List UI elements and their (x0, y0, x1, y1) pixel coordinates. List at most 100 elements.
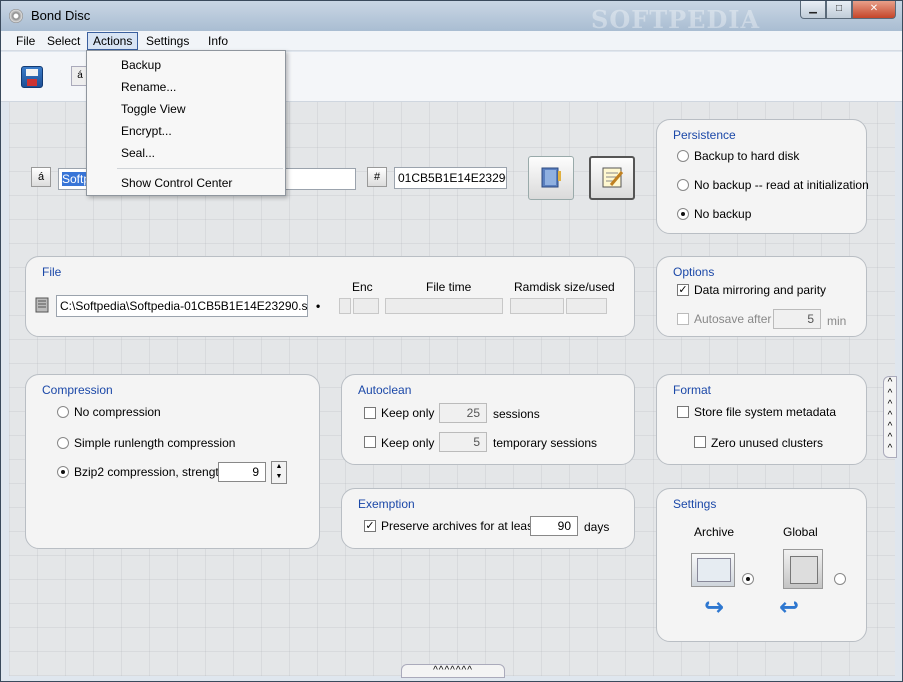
menu-item-toggle-view[interactable]: Toggle View (121, 102, 186, 116)
book-icon (541, 167, 561, 188)
persistence-radio-1[interactable] (677, 179, 689, 191)
format-panel: Format Store file system metadata Zero u… (656, 374, 867, 465)
exemption-title: Exemption (358, 497, 415, 511)
global-label: Global (783, 525, 818, 539)
file-title: File (42, 265, 62, 279)
hash-button[interactable]: # (367, 167, 387, 187)
menu-item-show-control-center[interactable]: Show Control Center (121, 176, 232, 190)
name-button[interactable]: á (31, 167, 51, 187)
actions-menu: Backup Rename... Toggle View Encrypt... … (86, 50, 286, 196)
compression-radio-1[interactable] (57, 437, 69, 449)
menu-item-encrypt[interactable]: Encrypt... (121, 124, 172, 138)
file-time-header: File time (426, 280, 472, 294)
keep-sessions-checkbox[interactable] (364, 407, 376, 419)
preserve-label[interactable]: Preserve archives for at least (381, 519, 536, 533)
menu-info[interactable]: Info (203, 33, 233, 51)
persistence-radio-2[interactable] (677, 208, 689, 220)
zero-clusters-checkbox[interactable] (694, 436, 706, 448)
book-button[interactable] (528, 156, 574, 200)
persistence-label-2[interactable]: No backup (694, 207, 751, 221)
compression-title: Compression (42, 383, 113, 397)
enc-cell-b (353, 298, 379, 314)
main-window: Bond Disc SOFTPEDIA ▁ □ ✕ File Select Ac… (0, 0, 903, 682)
sessions-unit: sessions (493, 407, 540, 421)
side-expand-arrows[interactable]: ^ ^ ^ ^ ^ ^ ^ (883, 376, 897, 458)
persistence-panel: Persistence Backup to hard disk No backu… (656, 119, 869, 234)
settings-title: Settings (673, 497, 717, 511)
persistence-label-0[interactable]: Backup to hard disk (694, 149, 799, 163)
keep-temp-label[interactable]: Keep only (381, 436, 434, 450)
menu-item-backup[interactable]: Backup (121, 58, 161, 72)
maximize-button[interactable]: □ (826, 1, 852, 19)
persistence-title: Persistence (673, 128, 736, 142)
preserve-checkbox[interactable]: ✓ (364, 520, 376, 532)
strength-spinner[interactable]: ▲ ▼ (271, 461, 287, 484)
disc-icon (9, 9, 23, 23)
options-title: Options (673, 265, 715, 279)
autoclean-panel: Autoclean Keep only 25 sessions Keep onl… (341, 374, 635, 465)
enc-cell-a (339, 298, 351, 314)
strength-input[interactable]: 9 (218, 462, 266, 482)
ramdisk-size-cell (510, 298, 564, 314)
compression-label-0[interactable]: No compression (74, 405, 161, 419)
keep-sessions-label[interactable]: Keep only (381, 406, 434, 420)
menu-file[interactable]: File (11, 33, 40, 51)
archive-label: Archive (694, 525, 735, 539)
global-radio[interactable] (834, 573, 846, 585)
compression-radio-0[interactable] (57, 406, 69, 418)
menu-bar: File Select Actions Settings Info (1, 31, 902, 51)
menu-select[interactable]: Select (42, 33, 85, 51)
compression-label-2[interactable]: Bzip2 compression, strength (74, 465, 225, 479)
close-button[interactable]: ✕ (852, 1, 896, 19)
bottom-expand-arrows[interactable]: ^^^^^^^ (401, 664, 505, 678)
compression-panel: Compression No compression Simple runlen… (25, 374, 320, 549)
preserve-days-unit: days (584, 520, 610, 534)
edit-button[interactable] (589, 156, 635, 200)
save-icon[interactable] (21, 66, 43, 88)
window-title: Bond Disc (31, 8, 91, 23)
store-metadata-checkbox[interactable] (677, 406, 689, 418)
temp-sessions-unit: temporary sessions (493, 436, 598, 450)
autosave-unit: min (827, 314, 847, 328)
autoclean-title: Autoclean (358, 383, 412, 397)
menu-item-seal[interactable]: Seal... (121, 146, 155, 160)
keep-temp-checkbox[interactable] (364, 436, 376, 448)
sessions-input[interactable]: 25 (439, 403, 487, 423)
minimize-button[interactable]: ▁ (800, 1, 826, 19)
autosave-checkbox[interactable] (677, 313, 689, 325)
ramdisk-header: Ramdisk size/used (514, 280, 615, 294)
compression-radio-2[interactable] (57, 466, 69, 478)
global-apply-arrow-icon[interactable]: ↩ (779, 593, 799, 622)
preserve-days-input[interactable]: 90 (530, 516, 578, 536)
watermark: SOFTPEDIA (591, 5, 761, 34)
menu-separator (117, 168, 283, 169)
ramdisk-used-cell (566, 298, 607, 314)
persistence-radio-0[interactable] (677, 150, 689, 162)
persistence-label-1[interactable]: No backup -- read at initialization (694, 178, 869, 192)
menu-item-rename[interactable]: Rename... (121, 80, 176, 94)
format-title: Format (673, 383, 712, 397)
drive-icon (35, 297, 49, 313)
compression-label-1[interactable]: Simple runlength compression (74, 436, 235, 450)
menu-settings[interactable]: Settings (141, 33, 194, 51)
mirroring-checkbox[interactable]: ✓ (677, 284, 689, 296)
title-bar[interactable]: Bond Disc SOFTPEDIA ▁ □ ✕ (1, 1, 902, 34)
autosave-input[interactable]: 5 (773, 309, 821, 329)
settings-panel: Settings Archive Global ↪ ↩ (656, 488, 867, 642)
archive-settings-icon[interactable] (691, 553, 735, 587)
archive-radio[interactable] (742, 573, 754, 585)
autosave-label[interactable]: Autosave after (694, 312, 771, 326)
mirroring-label[interactable]: Data mirroring and parity (694, 283, 826, 297)
file-path-field[interactable]: C:\Softpedia\Softpedia-01CB5B1E14E23290.… (56, 295, 308, 317)
store-metadata-label[interactable]: Store file system metadata (694, 405, 836, 419)
options-panel: Options ✓ Data mirroring and parity Auto… (656, 256, 867, 337)
hash-field[interactable]: 01CB5B1E14E23290 (394, 167, 507, 189)
zero-clusters-label[interactable]: Zero unused clusters (711, 436, 823, 450)
exemption-panel: Exemption ✓ Preserve archives for at lea… (341, 488, 635, 549)
temp-sessions-input[interactable]: 5 (439, 432, 487, 452)
global-settings-icon[interactable] (783, 549, 823, 589)
archive-apply-arrow-icon[interactable]: ↪ (704, 593, 724, 622)
menu-actions[interactable]: Actions (87, 32, 139, 50)
file-time-cell (385, 298, 503, 314)
file-panel: File Enc File time Ramdisk size/used C:\… (25, 256, 635, 337)
